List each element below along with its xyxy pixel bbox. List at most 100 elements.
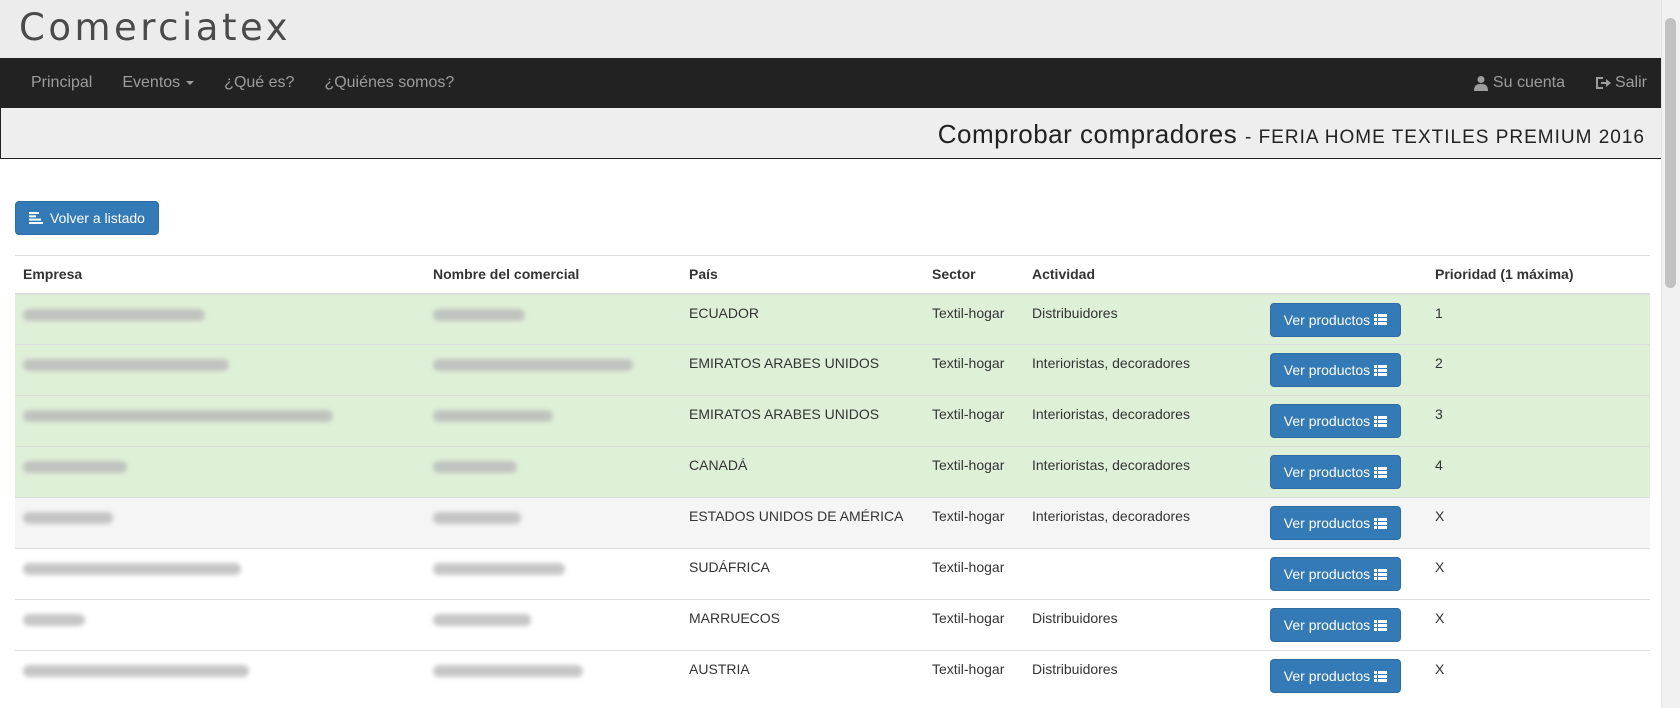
view-products-button[interactable]: Ver productos <box>1270 302 1401 337</box>
view-products-button[interactable]: Ver productos <box>1270 404 1401 438</box>
nav-item-eventos[interactable]: Eventos <box>107 74 209 92</box>
view-products-label: Ver productos <box>1283 464 1371 480</box>
cell-acciones: Ver productos <box>1262 344 1427 396</box>
redacted-company <box>23 410 333 422</box>
list-icon <box>1374 466 1388 478</box>
cell-comercial <box>425 650 681 702</box>
cell-pais: ESTADOS UNIDOS DE AMÉRICA <box>681 497 924 549</box>
redacted-company <box>23 665 249 677</box>
user-icon <box>1473 76 1488 91</box>
cell-actividad: Distribuidores <box>1024 650 1262 702</box>
cell-prioridad: X <box>1427 548 1650 600</box>
cell-actividad <box>1024 548 1262 600</box>
page-header: Comprobar compradores - FERIA HOME TEXTI… <box>0 108 1662 159</box>
cell-prioridad: X <box>1427 599 1650 651</box>
cell-acciones: Ver productos <box>1262 395 1427 447</box>
nav-item-logout[interactable]: Salir <box>1580 74 1662 92</box>
cell-empresa <box>15 395 425 447</box>
view-products-label: Ver productos <box>1283 311 1371 328</box>
nav-item-que-es[interactable]: ¿Qué es? <box>209 74 309 92</box>
cell-pais: AUSTRIA <box>681 650 924 702</box>
nav-item-account[interactable]: Su cuenta <box>1458 74 1580 92</box>
page-scrollbar[interactable] <box>1661 0 1680 708</box>
top-banner: Comerciatex <box>0 0 1680 58</box>
scrollbar-thumb[interactable] <box>1665 18 1676 288</box>
view-products-button[interactable]: Ver productos <box>1270 557 1401 591</box>
redacted-contact <box>433 359 633 371</box>
view-products-label: Ver productos <box>1283 362 1371 378</box>
view-products-button[interactable]: Ver productos <box>1270 506 1401 540</box>
list-icon <box>1374 314 1388 325</box>
nav-item-principal[interactable]: Principal <box>16 74 107 92</box>
view-products-button[interactable]: Ver productos <box>1270 608 1401 642</box>
cell-prioridad: 2 <box>1427 344 1650 396</box>
nav-right: Su cuenta Salir <box>1458 58 1662 108</box>
cell-empresa <box>15 497 425 549</box>
cell-pais: CANADÁ <box>681 446 924 498</box>
cell-prioridad: X <box>1427 497 1650 549</box>
view-products-label: Ver productos <box>1283 413 1371 429</box>
cell-pais: SUDÁFRICA <box>681 548 924 600</box>
list-icon <box>1374 415 1388 427</box>
view-products-button[interactable]: Ver productos <box>1270 353 1401 387</box>
cell-comercial <box>425 548 681 600</box>
cell-actividad: Distribuidores <box>1024 599 1262 651</box>
cell-actividad: Distribuidores <box>1024 293 1262 345</box>
col-actividad: Actividad <box>1024 255 1262 295</box>
cell-pais: ECUADOR <box>681 293 924 345</box>
redacted-company <box>23 512 113 524</box>
cell-empresa <box>15 548 425 600</box>
cell-empresa <box>15 446 425 498</box>
col-comercial: Nombre del comercial <box>425 255 681 295</box>
table-row: AUSTRIA Textil-hogar Distribuidores Ver pro… <box>15 650 1650 702</box>
event-name: - FERIA HOME TEXTILES PREMIUM 2016 <box>1244 127 1645 148</box>
nav-label: Principal <box>31 74 93 91</box>
view-products-button[interactable]: Ver productos <box>1270 455 1401 489</box>
cell-empresa <box>15 650 425 702</box>
view-products-label: Ver productos <box>1283 617 1371 633</box>
cell-prioridad: 3 <box>1427 395 1650 447</box>
nav-label: Su cuenta <box>1492 74 1565 91</box>
list-icon <box>1374 517 1388 529</box>
cell-acciones: Ver productos <box>1262 293 1427 345</box>
cell-prioridad: X <box>1427 650 1650 702</box>
list-icon <box>1374 568 1388 580</box>
cell-prioridad: 4 <box>1427 446 1650 498</box>
cell-sector: Textil-hogar <box>924 395 1024 447</box>
table-row: MARRUECOS Textil-hogar Distribuidores Ver p… <box>15 599 1650 651</box>
cell-pais: EMIRATOS ARABES UNIDOS <box>681 344 924 396</box>
redacted-contact <box>433 563 565 575</box>
cell-sector: Textil-hogar <box>924 650 1024 702</box>
col-pais: País <box>681 255 924 295</box>
cell-sector: Textil-hogar <box>924 446 1024 498</box>
cell-sector: Textil-hogar <box>924 293 1024 345</box>
view-products-button[interactable]: Ver productos <box>1270 659 1401 693</box>
logout-icon <box>1595 77 1611 89</box>
nav-item-quienes-somos[interactable]: ¿Quiénes somos? <box>309 74 469 92</box>
align-left-icon <box>29 212 44 224</box>
cell-actividad: Interioristas, decoradores <box>1024 497 1262 549</box>
cell-comercial <box>425 344 681 396</box>
cell-actividad: Interioristas, decoradores <box>1024 344 1262 396</box>
redacted-contact <box>433 614 531 626</box>
cell-acciones: Ver productos <box>1262 650 1427 702</box>
cell-pais: EMIRATOS ARABES UNIDOS <box>681 395 924 447</box>
table-header-row: Empresa Nombre del comercial País Sector… <box>15 255 1650 295</box>
redacted-company <box>23 359 229 371</box>
cell-sector: Textil-hogar <box>924 599 1024 651</box>
brand-logo[interactable]: Comerciatex <box>19 6 291 49</box>
cell-empresa <box>15 344 425 396</box>
table-row: ECUADOR Textil-hogar Distribuidores Ver pro… <box>15 293 1650 345</box>
cell-comercial <box>425 395 681 447</box>
redacted-contact <box>433 461 517 473</box>
col-empresa: Empresa <box>15 255 425 295</box>
nav-label: Salir <box>1614 74 1647 91</box>
cell-actividad: Interioristas, decoradores <box>1024 446 1262 498</box>
view-products-label: Ver productos <box>1283 566 1371 582</box>
col-prioridad: Prioridad (1 máxima) <box>1427 255 1650 295</box>
redacted-contact <box>433 512 521 524</box>
view-products-label: Ver productos <box>1283 515 1371 531</box>
buyers-table: Empresa Nombre del comercial País Sector… <box>15 255 1650 702</box>
cell-comercial <box>425 497 681 549</box>
back-to-list-button[interactable]: Volver a listado <box>15 201 159 235</box>
